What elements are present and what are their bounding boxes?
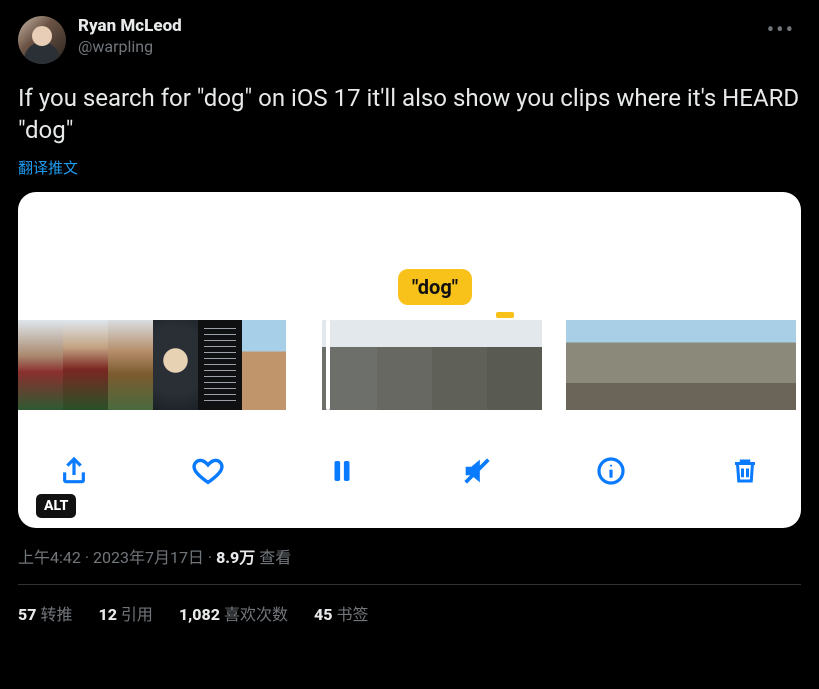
tweet-header: Ryan McLeod @warpling ••• xyxy=(18,16,801,64)
thumbnail xyxy=(18,320,63,410)
tweet-text: If you search for "dog" on iOS 17 it'll … xyxy=(18,82,801,147)
thumbnail xyxy=(566,320,612,410)
media-card[interactable]: "dog" xyxy=(18,192,801,528)
thumbnail xyxy=(612,320,658,410)
author-names[interactable]: Ryan McLeod @warpling xyxy=(78,16,761,56)
playhead-tick xyxy=(496,312,514,318)
media-toolbar xyxy=(18,442,801,500)
thumbnail xyxy=(377,320,432,410)
display-name: Ryan McLeod xyxy=(78,16,761,36)
thumbnail xyxy=(487,320,542,410)
handle: @warpling xyxy=(78,37,761,56)
thumbnail xyxy=(704,320,750,410)
clip-gap xyxy=(286,320,322,410)
views-count: 8.9万 xyxy=(216,548,255,567)
thumbnail xyxy=(242,320,286,410)
heart-icon[interactable] xyxy=(188,451,228,491)
quotes-stat[interactable]: 12引用 xyxy=(98,601,152,625)
thumbnail xyxy=(63,320,108,410)
bookmarks-stat[interactable]: 45书签 xyxy=(314,601,368,625)
translate-link[interactable]: 翻译推文 xyxy=(18,157,801,178)
thumbnail xyxy=(322,320,377,410)
mute-icon[interactable] xyxy=(457,451,497,491)
pause-icon[interactable] xyxy=(322,451,362,491)
tweet-date[interactable]: 2023年7月17日 xyxy=(93,548,204,567)
thumbnail xyxy=(153,320,198,410)
thumbnail xyxy=(658,320,704,410)
search-term-badge: "dog" xyxy=(398,269,472,305)
retweets-stat[interactable]: 57转推 xyxy=(18,601,72,625)
likes-stat[interactable]: 1,082喜欢次数 xyxy=(179,601,288,625)
tweet-time[interactable]: 上午4:42 xyxy=(18,548,81,567)
thumbnail xyxy=(108,320,153,410)
tweet-meta: 上午4:42 · 2023年7月17日 · 8.9万 查看 xyxy=(18,544,801,568)
avatar[interactable] xyxy=(18,16,66,64)
thumbnail xyxy=(198,320,242,410)
alt-badge[interactable]: ALT xyxy=(36,494,76,518)
video-scrubber[interactable] xyxy=(18,320,801,410)
tweet-container: Ryan McLeod @warpling ••• If you search … xyxy=(0,0,819,625)
thumbnail xyxy=(750,320,796,410)
tweet-stats: 57转推 12引用 1,082喜欢次数 45书签 xyxy=(18,601,801,625)
clip-gap xyxy=(542,320,566,410)
trash-icon[interactable] xyxy=(725,451,765,491)
info-icon[interactable] xyxy=(591,451,631,491)
share-icon[interactable] xyxy=(54,451,94,491)
views-label: 查看 xyxy=(255,548,291,567)
divider xyxy=(18,584,801,585)
more-icon[interactable]: ••• xyxy=(761,16,801,45)
thumbnail xyxy=(432,320,487,410)
